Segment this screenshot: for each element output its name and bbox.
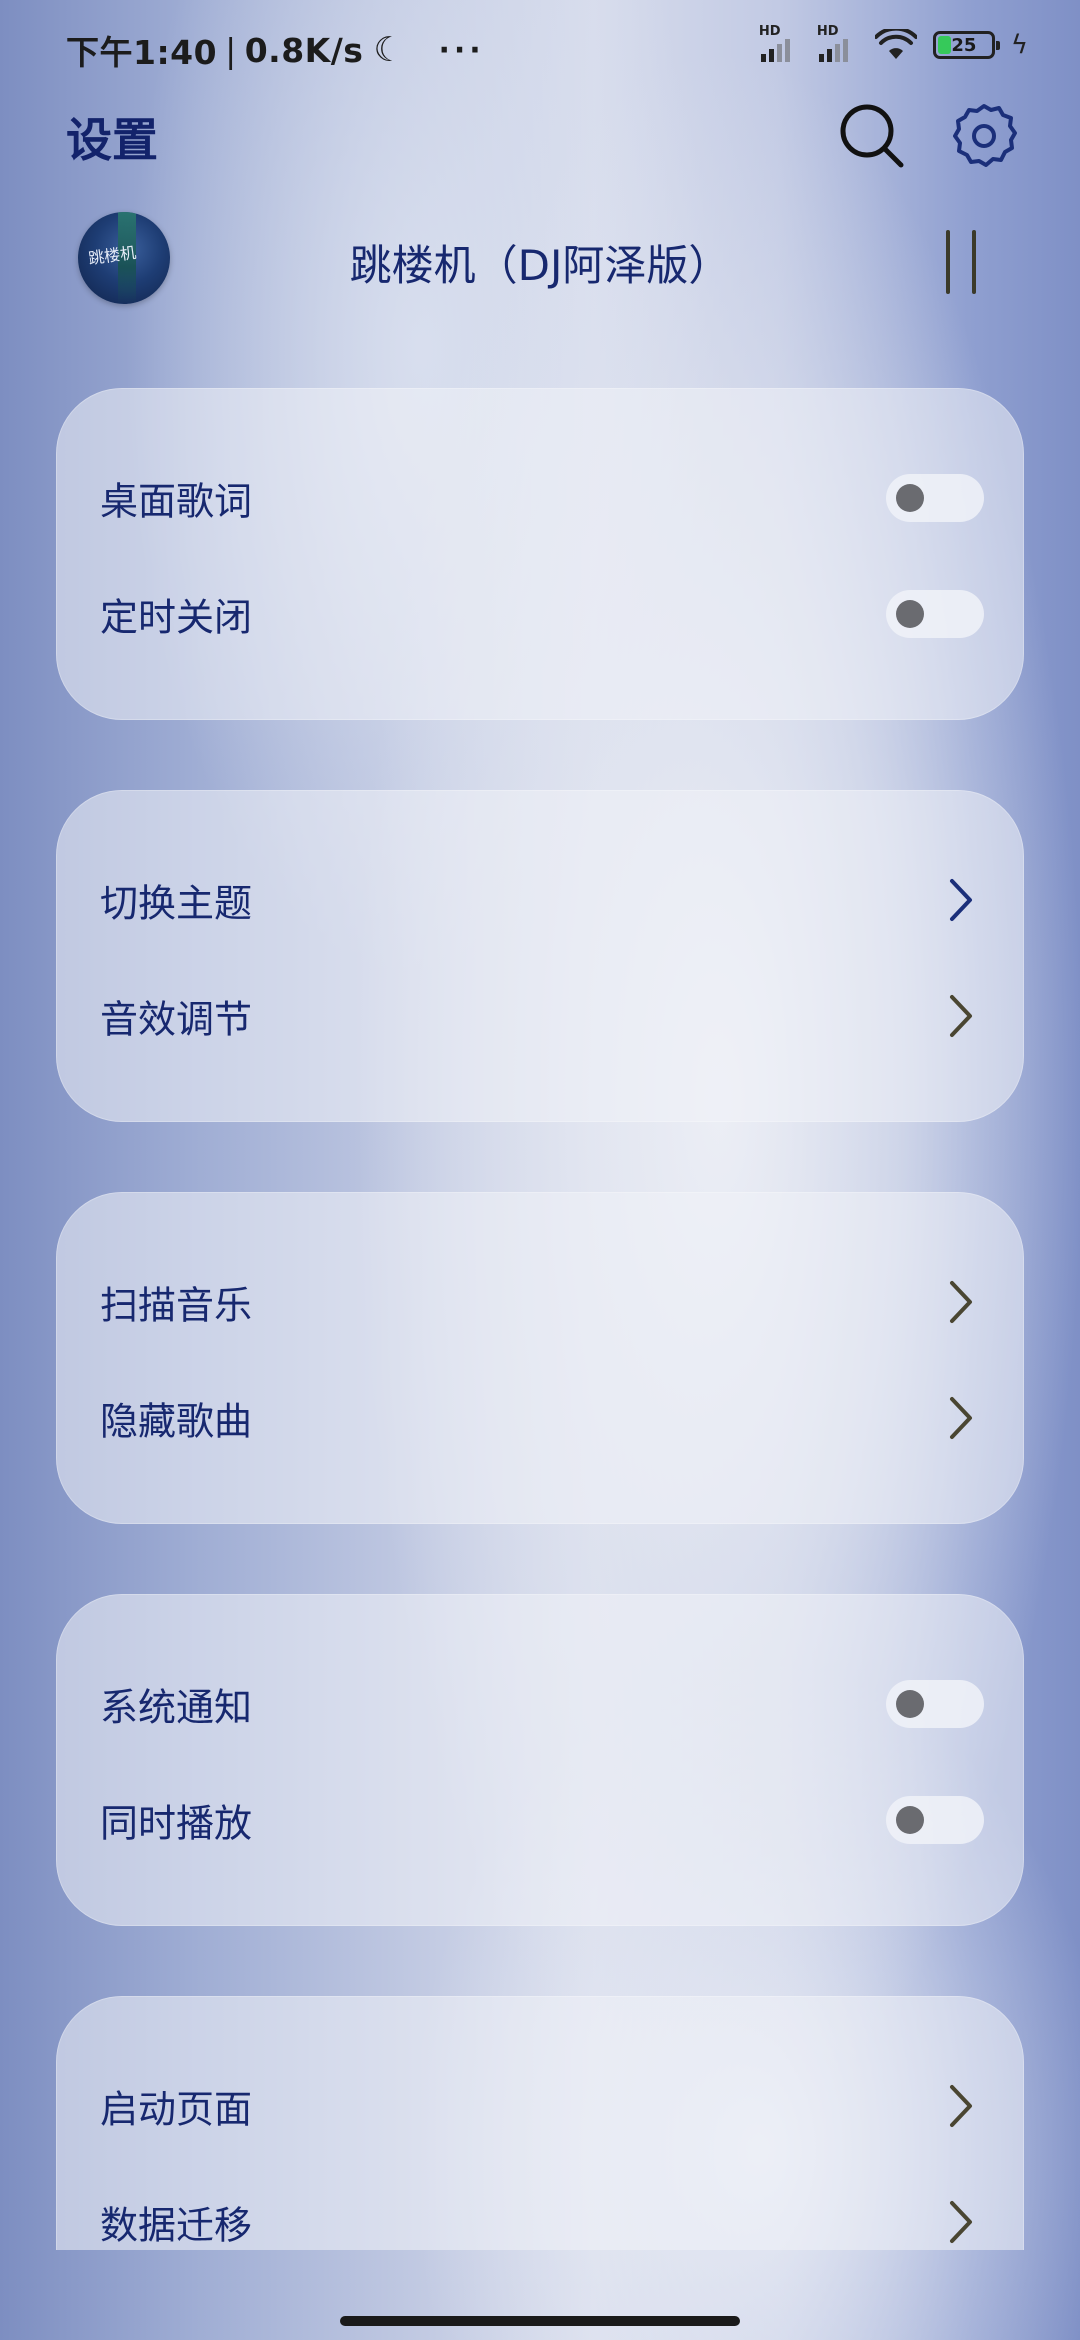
setting-row-simultaneous-play[interactable]: 同时播放 xyxy=(56,1760,1024,1880)
setting-label: 启动页面 xyxy=(100,2087,253,2132)
setting-label: 数据迁移 xyxy=(100,2203,253,2248)
setting-label: 音效调节 xyxy=(100,997,253,1042)
setting-row-hidden-songs[interactable]: 隐藏歌曲 xyxy=(56,1358,1024,1478)
setting-label: 系统通知 xyxy=(100,1685,253,1730)
chevron-right-icon xyxy=(950,879,972,921)
settings-card-playback: 系统通知 同时播放 xyxy=(56,1594,1024,1926)
settings-card-appearance: 切换主题 音效调节 xyxy=(56,790,1024,1122)
setting-label: 桌面歌词 xyxy=(100,479,253,524)
setting-row-sound-effects[interactable]: 音效调节 xyxy=(56,956,1024,1076)
chevron-right-icon xyxy=(950,1281,972,1323)
setting-label: 定时关闭 xyxy=(100,595,253,640)
home-indicator[interactable] xyxy=(340,2316,740,2326)
settings-card-library: 扫描音乐 隐藏歌曲 xyxy=(56,1192,1024,1524)
settings-card-display: 桌面歌词 定时关闭 xyxy=(56,388,1024,720)
desktop-lyrics-toggle[interactable] xyxy=(886,474,984,522)
setting-row-switch-theme[interactable]: 切换主题 xyxy=(56,840,1024,960)
setting-row-data-migration[interactable]: 数据迁移 xyxy=(56,2162,1024,2250)
chevron-right-icon xyxy=(950,1397,972,1439)
setting-row-scan-music[interactable]: 扫描音乐 xyxy=(56,1242,1024,1362)
settings-list[interactable]: 桌面歌词 定时关闭 切换主题 音效调节 扫描音乐 隐藏歌曲 系统通知 同时播放 … xyxy=(0,0,1080,2250)
system-notification-toggle[interactable] xyxy=(886,1680,984,1728)
setting-row-system-notification[interactable]: 系统通知 xyxy=(56,1644,1024,1764)
simultaneous-play-toggle[interactable] xyxy=(886,1796,984,1844)
sleep-timer-toggle[interactable] xyxy=(886,590,984,638)
setting-row-sleep-timer[interactable]: 定时关闭 xyxy=(56,554,1024,674)
chevron-right-icon xyxy=(950,2201,972,2243)
setting-label: 切换主题 xyxy=(100,881,253,926)
chevron-right-icon xyxy=(950,995,972,1037)
setting-row-desktop-lyrics[interactable]: 桌面歌词 xyxy=(56,438,1024,558)
setting-row-launch-page[interactable]: 启动页面 xyxy=(56,2046,1024,2166)
setting-label: 同时播放 xyxy=(100,1801,253,1846)
settings-card-other: 启动页面 数据迁移 xyxy=(56,1996,1024,2250)
setting-label: 扫描音乐 xyxy=(100,1283,253,1328)
setting-label: 隐藏歌曲 xyxy=(100,1399,253,1444)
chevron-right-icon xyxy=(950,2085,972,2127)
